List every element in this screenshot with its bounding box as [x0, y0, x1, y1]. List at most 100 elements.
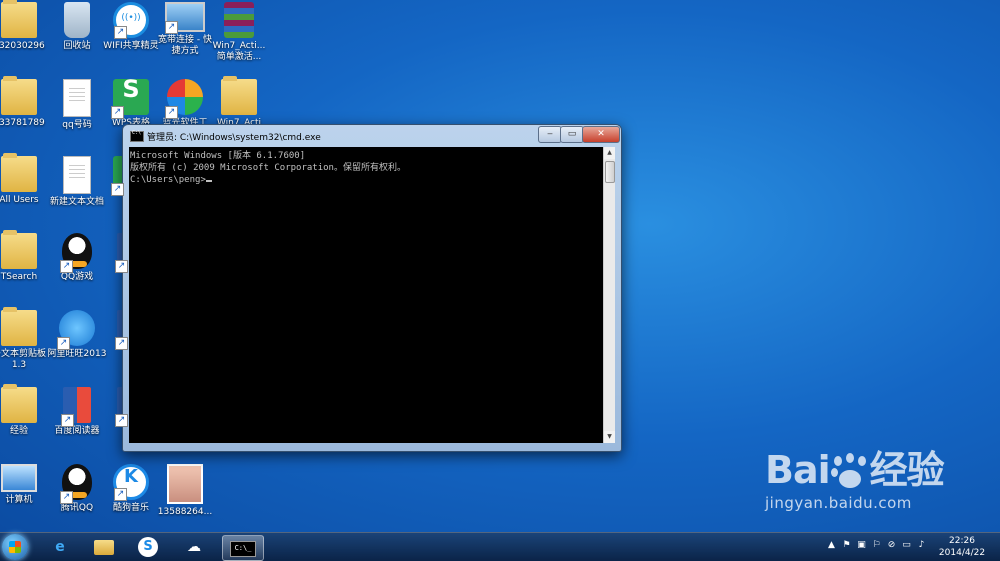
desktop-icon-label: 回收站 — [63, 41, 91, 51]
tray-app-icon[interactable]: ▣ — [856, 540, 867, 551]
desktop-icon[interactable]: 蓝光软件工 — [154, 79, 216, 129]
desktop-icon-label: 经验 — [9, 426, 28, 436]
vertical-scrollbar[interactable]: ▲ ▼ — [603, 147, 615, 443]
watermark-logo-left: Bai — [765, 448, 831, 492]
baidu-paw-icon — [830, 452, 870, 490]
wifi-icon — [113, 2, 149, 39]
penguin-icon — [60, 464, 92, 504]
cmd-window[interactable]: 管理员: C:\Windows\system32\cmd.exe ‒ ▭ ✕ M… — [122, 124, 622, 452]
clock-date: 2014/4/22 — [938, 548, 986, 558]
taskbar: e ☁ ▲ ⚑ ▣ ⚐ ⊘ ▭ ♪ 22:26 2014/4/22 — [0, 532, 1000, 561]
action-center-flag-icon[interactable]: ⚐ — [871, 540, 882, 551]
reader-icon — [61, 387, 91, 427]
desktop-icon-label: All Users — [0, 195, 39, 205]
desktop-icon-label: 腾讯QQ — [60, 503, 94, 513]
desktop-icon-label: TSearch — [0, 272, 38, 282]
doc-icon — [63, 156, 91, 194]
cmd-title: 管理员: C:\Windows\system32\cmd.exe — [147, 133, 321, 143]
taskbar-ie-icon[interactable]: e — [42, 535, 78, 559]
desktop-icon-label: 酷狗音乐 — [112, 503, 149, 513]
folder-icon — [221, 76, 257, 115]
desktop-icon-label: 032030296 — [0, 41, 45, 51]
folder-icon — [1, 230, 37, 269]
desktop-icon[interactable]: 计算机 — [0, 464, 50, 506]
watermark-logo-right: 经验 — [869, 448, 945, 492]
clock-time: 22:26 — [949, 536, 975, 546]
desktop-icon-label: 阿里旺旺2013 — [47, 349, 107, 359]
desktop-icon-label: 计算机 — [5, 495, 33, 505]
folder-icon — [1, 307, 37, 346]
console-line: Microsoft Windows [版本 6.1.7600] — [130, 151, 306, 161]
taskbar-baidu-cloud-icon[interactable]: ☁ — [176, 535, 212, 559]
desktop-icon[interactable]: Win7_Acti — [208, 76, 270, 129]
taskbar-cmd-icon[interactable] — [222, 535, 264, 561]
desktop-icon[interactable]: WIFI共享精灵 — [100, 2, 162, 52]
rar-icon — [224, 2, 254, 38]
photo-icon — [167, 464, 203, 504]
desktop-icon[interactable]: 酷狗音乐 — [100, 464, 162, 514]
cmd-icon — [130, 130, 144, 142]
monitor-icon — [1, 464, 37, 492]
desktop-icon[interactable]: 多文本剪贴板 1.3 — [0, 307, 50, 371]
desktop-icon-label: Win7_Acti... 简单激活... — [212, 41, 266, 62]
folder-icon — [1, 153, 37, 192]
folder-icon — [1, 76, 37, 115]
desktop-icon-label: 宽带连接 - 快捷方式 — [158, 35, 212, 56]
bubble-icon — [57, 310, 95, 350]
volume-icon[interactable]: ♪ — [916, 540, 927, 551]
system-tray: ▲ ⚑ ▣ ⚐ ⊘ ▭ ♪ — [826, 540, 931, 551]
tray-app-icon[interactable]: ⊘ — [886, 540, 897, 551]
taskbar-sogou-icon[interactable] — [130, 535, 166, 559]
desktop-icon[interactable]: All Users — [0, 153, 50, 206]
desktop-icon-label: qq号码 — [62, 120, 92, 130]
taskbar-explorer-icon[interactable] — [86, 535, 122, 559]
start-button[interactable] — [2, 534, 28, 560]
desktop-icon-label: 多文本剪贴板 1.3 — [0, 349, 46, 370]
scroll-down-arrow-icon[interactable]: ▼ — [604, 431, 615, 443]
console-output[interactable]: Microsoft Windows [版本 6.1.7600] 版权所有 (c)… — [129, 147, 603, 443]
desktop-icon[interactable]: 百度阅读器 — [46, 387, 108, 437]
desktop-icon-label: QQ游戏 — [60, 272, 94, 282]
desktop-icon-label: 新建文本文档 — [49, 197, 104, 207]
network-icon[interactable]: ▭ — [901, 540, 912, 551]
desktop-icon[interactable]: qq号码 — [46, 79, 108, 131]
baidu-jingyan-watermark: Bai 经验 jingyan.baidu.com — [765, 450, 955, 512]
desktop-icon[interactable]: 回收站 — [46, 2, 108, 52]
clock[interactable]: 22:26 2014/4/22 — [932, 535, 992, 559]
folder-icon — [1, 384, 37, 423]
desktop-icon[interactable]: WPS表格 — [100, 79, 162, 129]
desktop-icon[interactable]: 宽带连接 - 快捷方式 — [154, 2, 216, 57]
desktop-icon[interactable]: 633781789 — [0, 76, 50, 129]
desktop-icon[interactable]: TSearch — [0, 230, 50, 283]
desktop: 032030296回收站WIFI共享精灵宽带连接 - 快捷方式Win7_Acti… — [0, 0, 1000, 532]
wps-icon — [111, 79, 149, 119]
bin-icon — [64, 2, 90, 38]
desktop-icon[interactable]: QQ游戏 — [46, 233, 108, 283]
scroll-thumb[interactable] — [605, 161, 615, 183]
desktop-icon-label: WIFI共享精灵 — [103, 41, 159, 51]
desktop-icon-label: 13588264... — [157, 507, 213, 517]
desktop-icon[interactable]: 13588264... — [154, 464, 216, 518]
desktop-icon[interactable]: 腾讯QQ — [46, 464, 108, 514]
maximize-button[interactable]: ▭ — [560, 126, 584, 143]
folder-icon — [1, 0, 37, 38]
desktop-icon[interactable]: Win7_Acti... 简单激活... — [208, 2, 270, 63]
kgmusic-icon — [113, 464, 149, 501]
desktop-icon[interactable]: 经验 — [0, 384, 50, 437]
console-line: 版权所有 (c) 2009 Microsoft Corporation。保留所有… — [130, 163, 406, 173]
minimize-button[interactable]: ‒ — [538, 126, 562, 143]
desktop-icon-label: 百度阅读器 — [54, 426, 100, 436]
console-prompt: C:\Users\peng> — [130, 175, 206, 185]
scroll-up-arrow-icon[interactable]: ▲ — [604, 147, 615, 159]
desktop-icon[interactable]: 阿里旺旺2013 — [46, 310, 108, 360]
cmd-titlebar[interactable]: 管理员: C:\Windows\system32\cmd.exe ‒ ▭ ✕ — [123, 125, 621, 147]
tray-app-icon[interactable]: ⚑ — [841, 540, 852, 551]
show-hidden-icons-icon[interactable]: ▲ — [826, 540, 837, 551]
desktop-icon-label: 633781789 — [0, 118, 45, 128]
desktop-icon[interactable]: 032030296 — [0, 0, 50, 52]
pinwheel-icon — [165, 79, 203, 119]
text-cursor — [205, 180, 212, 182]
doc-icon — [63, 79, 91, 117]
desktop-icon[interactable]: 新建文本文档 — [46, 156, 108, 208]
close-button[interactable]: ✕ — [582, 126, 620, 143]
